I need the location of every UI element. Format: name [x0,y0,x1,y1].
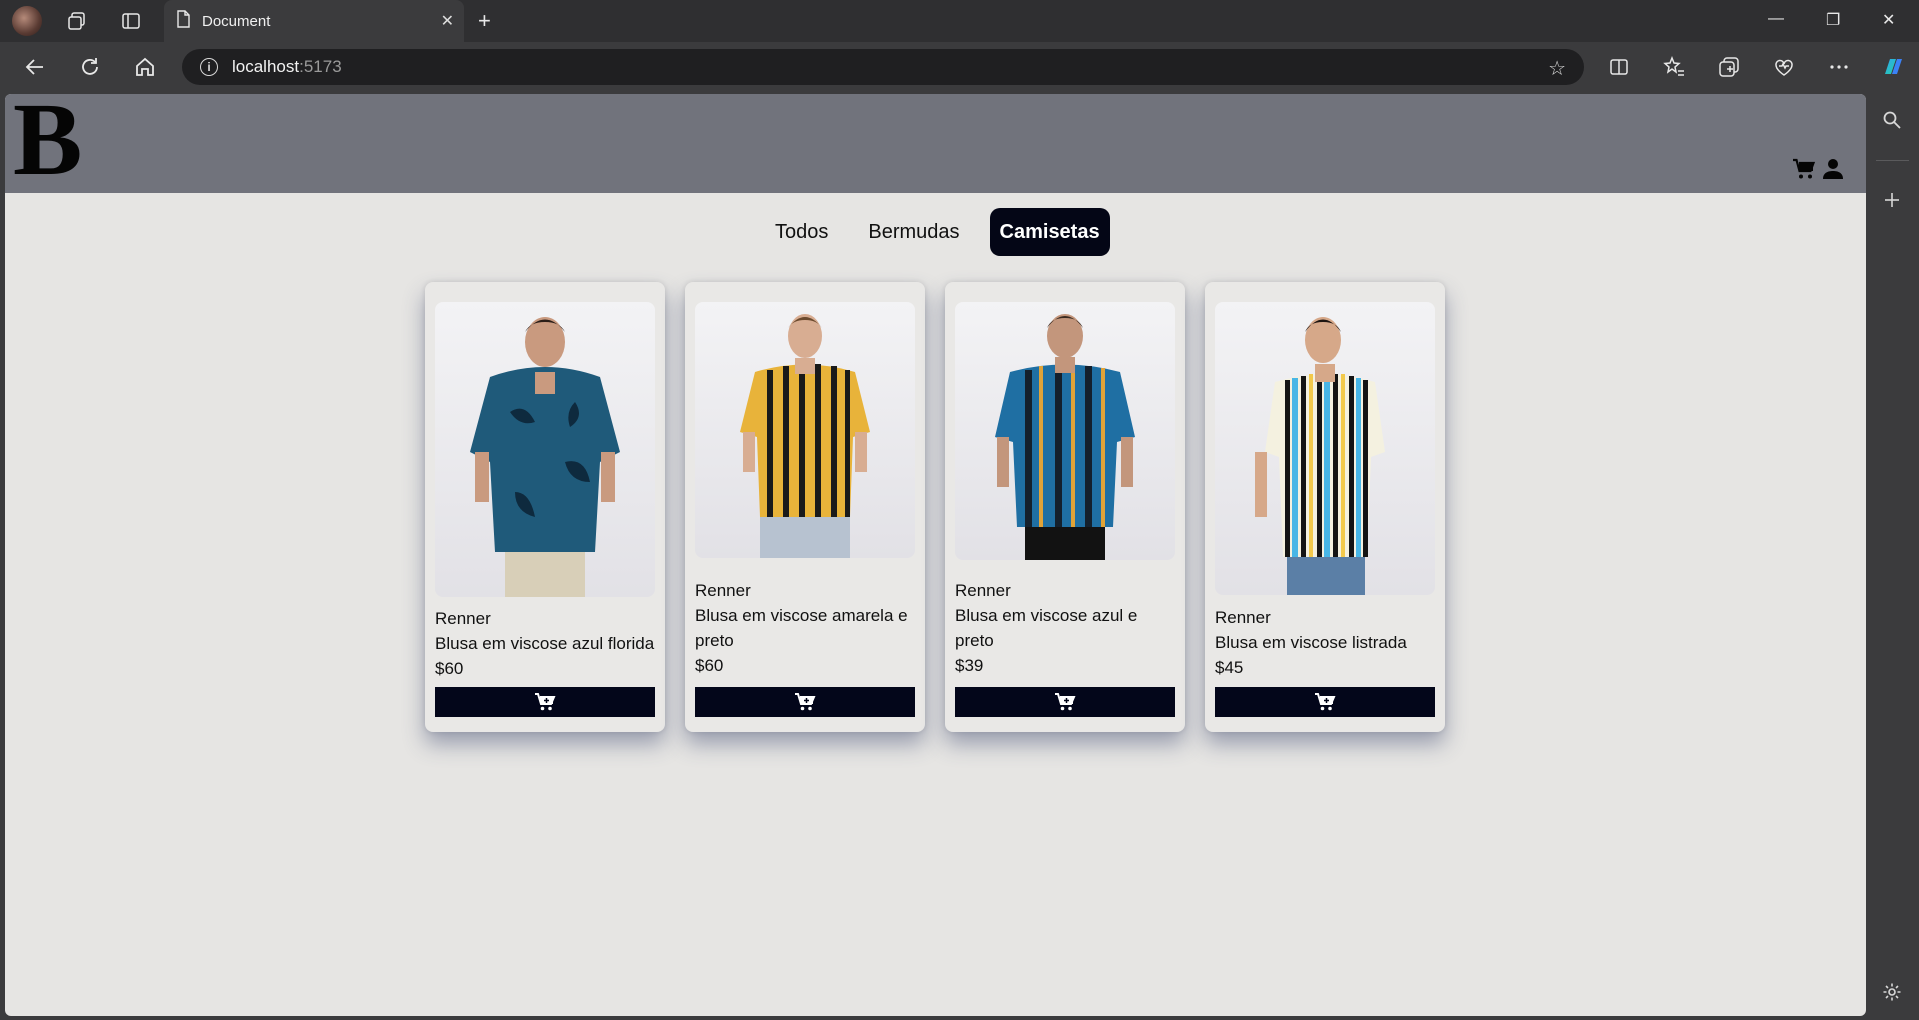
add-to-cart-button[interactable] [695,687,915,717]
add-icon[interactable] [1880,188,1904,212]
multicolor-striped-shirt-photo[interactable] [1215,302,1435,595]
copilot-icon[interactable] [1880,54,1906,80]
site-info-icon[interactable]: i [200,58,218,76]
page-viewport: B Todos Bermudas Camisetas Renner Blusa … [5,94,1866,1016]
product-info: Renner Blusa em viscose azul e preto $39 [955,578,1177,678]
product-brand: Renner [955,581,1011,600]
product-brand: Renner [695,581,751,600]
add-to-cart-icon [1055,693,1076,711]
add-to-cart-button[interactable] [435,687,655,717]
collections-icon[interactable] [1716,54,1742,80]
product-info: Renner Blusa em viscose azul florida $60 [435,606,657,681]
restore-icon[interactable]: ❐ [1826,10,1840,30]
product-price: $60 [435,659,464,678]
product-price: $39 [955,656,984,675]
site-header: B [5,94,1866,193]
product-info: Renner Blusa em viscose listrada $45 [1215,605,1437,680]
active-tab[interactable]: Document ✕ [164,0,464,42]
add-to-cart-button[interactable] [1215,687,1435,717]
workspaces-icon[interactable] [64,8,90,34]
filter-todos[interactable]: Todos [765,208,838,256]
filter-camisetas[interactable]: Camisetas [989,208,1110,256]
product-brand: Renner [435,609,491,628]
minimize-icon[interactable]: — [1768,10,1784,28]
add-to-cart-icon [795,693,816,711]
more-options-icon[interactable] [1826,54,1852,80]
document-icon [176,10,190,32]
product-card: Renner Blusa em viscose azul e preto $39 [945,282,1185,732]
blue-floral-shirt-photo[interactable] [435,302,655,597]
sidebar-divider [1876,160,1909,161]
product-info: Renner Blusa em viscose amarela e preto … [695,578,917,678]
vertical-tabs-icon[interactable] [118,8,144,34]
yellow-black-striped-shirt-photo[interactable] [695,302,915,558]
profile-avatar-icon[interactable] [12,6,42,36]
favorite-star-icon[interactable]: ☆ [1548,56,1566,81]
product-name: Blusa em viscose amarela e preto [695,606,908,650]
refresh-icon[interactable] [77,54,103,80]
address-bar[interactable]: i localhost:5173 ☆ [182,49,1584,85]
filter-bermudas[interactable]: Bermudas [858,208,969,256]
product-name: Blusa em viscose azul e preto [955,606,1138,650]
home-icon[interactable] [132,54,158,80]
product-grid: Renner Blusa em viscose azul florida $60 [425,282,1445,732]
product-brand: Renner [1215,608,1271,627]
cart-icon[interactable] [1791,156,1817,182]
split-screen-icon[interactable] [1606,54,1632,80]
user-icon[interactable] [1820,156,1846,182]
add-to-cart-button[interactable] [955,687,1175,717]
edge-sidebar [1866,92,1919,1020]
site-logo[interactable]: B [13,94,82,192]
close-window-icon[interactable]: ✕ [1882,10,1895,30]
search-icon[interactable] [1880,108,1904,132]
favorites-icon[interactable] [1661,54,1687,80]
product-name: Blusa em viscose listrada [1215,633,1407,652]
category-filters: Todos Bermudas Camisetas [765,208,1130,256]
browser-toolbar: i localhost:5173 ☆ [0,42,1919,92]
blue-black-striped-shirt-photo[interactable] [955,302,1175,560]
product-price: $45 [1215,658,1244,677]
url-port: :5173 [299,57,342,76]
add-to-cart-icon [535,693,556,711]
back-icon[interactable] [22,54,48,80]
tab-title: Document [202,12,271,30]
product-name: Blusa em viscose azul florida [435,634,655,653]
close-tab-icon[interactable]: ✕ [441,11,454,31]
add-to-cart-icon [1315,693,1336,711]
product-card: Renner Blusa em viscose azul florida $60 [425,282,665,732]
browser-tab-strip: Document ✕ + — ❐ ✕ [0,0,1919,42]
settings-gear-icon[interactable] [1880,980,1904,1004]
product-price: $60 [695,656,724,675]
product-card: Renner Blusa em viscose listrada $45 [1205,282,1445,732]
browser-essentials-icon[interactable] [1771,54,1797,80]
new-tab-icon[interactable]: + [478,8,491,34]
url-host: localhost [232,57,300,76]
product-card: Renner Blusa em viscose amarela e preto … [685,282,925,732]
